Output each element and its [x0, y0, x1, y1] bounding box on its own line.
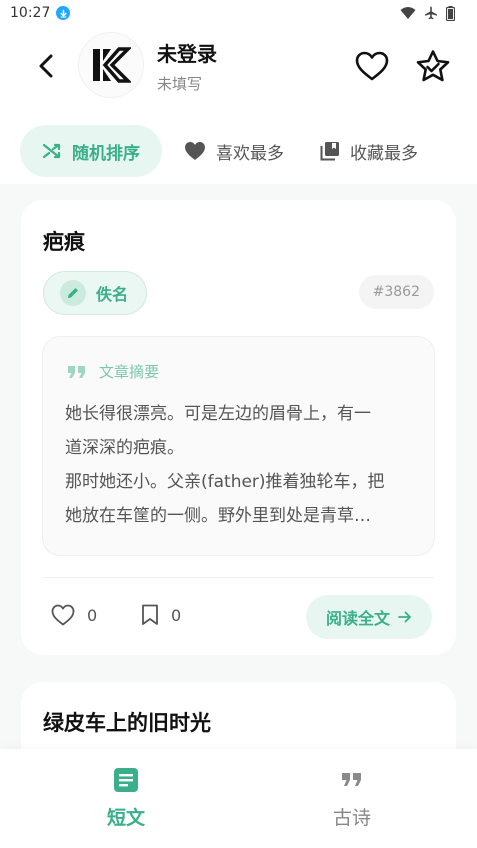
avatar[interactable]	[78, 32, 144, 98]
heart-icon	[355, 51, 389, 81]
heart-outline-icon	[51, 604, 75, 626]
tab-random-sort[interactable]: 随机排序	[20, 125, 162, 177]
tab-most-collected-label: 收藏最多	[350, 143, 418, 164]
top-section: 未登录 未填写 随机排序 喜欢最多 收藏最多	[0, 26, 477, 184]
bookmark-count: 0	[171, 605, 182, 625]
star-badge-icon	[416, 50, 450, 82]
tab-most-liked-label: 喜欢最多	[216, 143, 284, 164]
read-full-button[interactable]: 阅读全文	[306, 595, 432, 639]
summary-text: 她长得很漂亮。可是左边的眉骨上，有一 道深深的疤痕。 那时她还小。父亲(fath…	[65, 397, 420, 533]
user-name[interactable]: 未登录	[157, 38, 217, 67]
article-title[interactable]: 疤痕	[43, 226, 85, 256]
summary-box: 文章摘要 她长得很漂亮。可是左边的眉骨上，有一 道深深的疤痕。 那时她还小。父亲…	[42, 336, 435, 556]
status-bar: 10:27	[0, 0, 477, 26]
status-left: 10:27	[10, 5, 71, 21]
nav-item-articles[interactable]: 短文	[66, 767, 186, 830]
tab-most-liked[interactable]: 喜欢最多	[170, 125, 298, 177]
bottom-nav: 短文 古诗	[0, 749, 477, 848]
collection-button[interactable]	[414, 48, 452, 86]
heart-icon	[185, 142, 205, 160]
arrow-right-icon	[398, 611, 411, 623]
user-subtitle: 未填写	[157, 75, 203, 93]
summary-label-text: 文章摘要	[99, 363, 160, 381]
download-icon	[56, 6, 71, 20]
nav-item-poems-label: 古诗	[332, 807, 371, 829]
shuffle-icon	[42, 143, 61, 159]
summary-line: 那时她还小。父亲(father)推着独轮车，把	[65, 472, 385, 492]
chevron-left-icon	[39, 54, 53, 78]
k-logo-icon	[93, 47, 131, 83]
divider	[43, 577, 434, 578]
library-icon	[320, 142, 339, 161]
article-icon	[114, 768, 138, 792]
quote-icon	[68, 365, 85, 378]
summary-line: 她长得很漂亮。可是左边的眉骨上，有一	[65, 404, 371, 424]
author-name: 佚名	[96, 285, 129, 304]
airplane-icon	[425, 6, 437, 20]
nav-item-poems[interactable]: 古诗	[292, 767, 412, 830]
article-id-badge: #3862	[358, 275, 434, 309]
read-full-label: 阅读全文	[325, 609, 390, 628]
favorites-button[interactable]	[354, 48, 390, 84]
bookmark-icon	[142, 604, 158, 625]
summary-label: 文章摘要	[67, 361, 159, 382]
quote-icon	[342, 773, 361, 786]
tab-random-sort-label: 随机排序	[72, 143, 140, 164]
pencil-icon	[60, 280, 86, 306]
author-tag[interactable]: 佚名	[43, 271, 148, 315]
article-title[interactable]: 绿皮车上的旧时光	[43, 707, 211, 737]
summary-line: 她放在车筐的一侧。野外里到处是青草…	[65, 506, 371, 526]
status-time: 10:27	[10, 5, 51, 21]
tab-most-collected[interactable]: 收藏最多	[306, 125, 432, 177]
article-card[interactable]: 疤痕 佚名 #3862 文章摘要 她长得很漂亮。可是左边的眉骨上，有一 道深深的…	[21, 200, 456, 655]
status-right	[400, 5, 455, 21]
like-count: 0	[87, 605, 98, 625]
header: 未登录 未填写	[0, 26, 477, 106]
battery-icon	[446, 5, 455, 21]
nav-item-articles-label: 短文	[106, 807, 145, 829]
like-button[interactable]: 0	[51, 604, 97, 626]
sort-tabs: 随机排序 喜欢最多 收藏最多	[20, 125, 460, 177]
summary-line: 道深深的疤痕。	[65, 438, 184, 458]
wifi-icon	[400, 7, 416, 19]
back-button[interactable]	[30, 48, 62, 84]
bookmark-button[interactable]: 0	[141, 604, 181, 626]
